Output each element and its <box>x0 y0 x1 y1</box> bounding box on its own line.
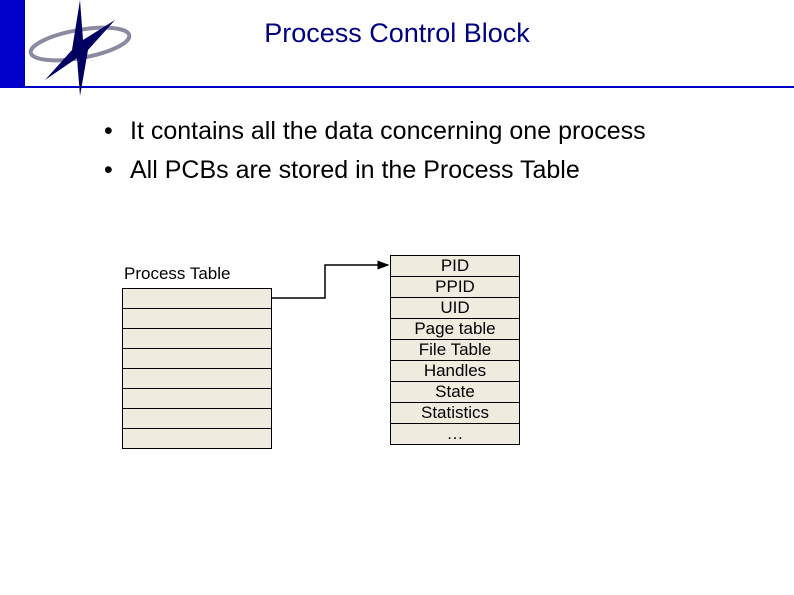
table-row: PPID <box>391 277 520 298</box>
pcb-field: Statistics <box>391 403 520 424</box>
pcb-field: PID <box>391 256 520 277</box>
table-row: PID <box>391 256 520 277</box>
table-row: File Table <box>391 340 520 361</box>
table-row: Page table <box>391 319 520 340</box>
bullet-text: All PCBs are stored in the Process Table <box>130 156 580 184</box>
pcb-field: Page table <box>391 319 520 340</box>
table-row: State <box>391 382 520 403</box>
bullet-list: It contains all the data concerning one … <box>100 115 740 192</box>
pcb-field: State <box>391 382 520 403</box>
table-row: Handles <box>391 361 520 382</box>
pcb-fields-box: PID PPID UID Page table File Table Handl… <box>390 255 520 445</box>
bullet-text: It contains all the data concerning one … <box>130 117 646 145</box>
table-row: UID <box>391 298 520 319</box>
pcb-field: File Table <box>391 340 520 361</box>
table-row: … <box>391 424 520 445</box>
bullet-item: It contains all the data concerning one … <box>100 115 740 148</box>
pcb-field: Handles <box>391 361 520 382</box>
pcb-diagram: Process Table PID PPID UID Page table Fi… <box>110 250 650 550</box>
pcb-field: PPID <box>391 277 520 298</box>
table-row: Statistics <box>391 403 520 424</box>
pcb-field: … <box>391 424 520 445</box>
bullet-item: All PCBs are stored in the Process Table <box>100 154 740 187</box>
pcb-field: UID <box>391 298 520 319</box>
slide-title: Process Control Block <box>0 18 794 49</box>
